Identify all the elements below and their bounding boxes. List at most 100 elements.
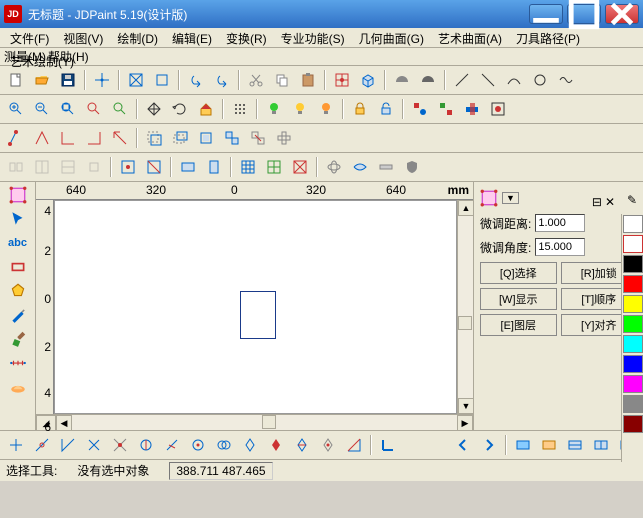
lock-icon[interactable] xyxy=(348,97,372,121)
shape3-icon[interactable] xyxy=(460,97,484,121)
color-swatch[interactable] xyxy=(623,255,643,273)
g5-icon[interactable] xyxy=(116,155,140,179)
nav-left-icon[interactable] xyxy=(451,433,475,457)
zoom-in-icon[interactable] xyxy=(4,97,28,121)
box-icon[interactable] xyxy=(150,68,174,92)
snap10-icon[interactable] xyxy=(238,433,262,457)
undo-icon[interactable] xyxy=(184,68,208,92)
layer3-icon[interactable] xyxy=(194,126,218,150)
snap9-icon[interactable] xyxy=(212,433,236,457)
menu-toolpath[interactable]: 刀具路径(P) xyxy=(510,28,586,49)
grid-b-icon[interactable] xyxy=(262,155,286,179)
angle2-icon[interactable] xyxy=(56,126,80,150)
canvas[interactable] xyxy=(54,200,457,414)
angle-input[interactable] xyxy=(535,238,585,256)
bulb-green-icon[interactable] xyxy=(262,97,286,121)
surf1-icon[interactable] xyxy=(322,155,346,179)
scroll-thumb-v[interactable] xyxy=(458,316,472,330)
menu-geosurf[interactable]: 几何曲面(G) xyxy=(353,28,430,49)
bulb-orange-icon[interactable] xyxy=(314,97,338,121)
pen-tool-icon[interactable] xyxy=(3,304,33,326)
view3-icon[interactable] xyxy=(563,433,587,457)
cut-icon[interactable] xyxy=(244,68,268,92)
rect-tool-icon[interactable] xyxy=(3,256,33,278)
grid-a-icon[interactable] xyxy=(236,155,260,179)
snap11-icon[interactable] xyxy=(264,433,288,457)
node-sel-icon[interactable] xyxy=(4,126,28,150)
btn-select[interactable]: [Q]选择 xyxy=(480,262,557,284)
shape1-icon[interactable] xyxy=(408,97,432,121)
angle4-icon[interactable] xyxy=(108,126,132,150)
menu-edit[interactable]: 编辑(E) xyxy=(166,28,218,49)
grid-dots-icon[interactable] xyxy=(228,97,252,121)
color-swatch[interactable] xyxy=(623,335,643,353)
surf3-icon[interactable] xyxy=(374,155,398,179)
zoom-fit-icon[interactable] xyxy=(82,97,106,121)
ortho-icon[interactable] xyxy=(376,433,400,457)
snap7-icon[interactable] xyxy=(160,433,184,457)
shield-icon[interactable] xyxy=(400,155,424,179)
btn-layer[interactable]: [E]图层 xyxy=(480,314,557,336)
scrollbar-horizontal[interactable]: ◢ ◀ ▶ xyxy=(36,414,473,430)
snap3-icon[interactable] xyxy=(56,433,80,457)
color-swatch[interactable] xyxy=(623,395,643,413)
menu-view[interactable]: 视图(V) xyxy=(57,28,109,49)
btn-display[interactable]: [W]显示 xyxy=(480,288,557,310)
shape4-icon[interactable] xyxy=(486,97,510,121)
color-swatch[interactable] xyxy=(623,215,643,233)
xbox-icon[interactable] xyxy=(124,68,148,92)
g7-icon[interactable] xyxy=(176,155,200,179)
angle3-icon[interactable] xyxy=(82,126,106,150)
grid-c-icon[interactable] xyxy=(288,155,312,179)
menu-artsurf[interactable]: 艺术曲面(A) xyxy=(432,28,508,49)
new-icon[interactable] xyxy=(4,68,28,92)
color-swatch[interactable] xyxy=(623,275,643,293)
nav-right-icon[interactable] xyxy=(477,433,501,457)
color-swatch[interactable] xyxy=(623,375,643,393)
menu-draw[interactable]: 绘制(D) xyxy=(111,28,164,49)
crosshair-icon[interactable] xyxy=(90,68,114,92)
poly-tool-icon[interactable] xyxy=(3,280,33,302)
zoom-out-icon[interactable] xyxy=(30,97,54,121)
menu-help[interactable]: 帮助(H) xyxy=(48,48,89,65)
layer5-icon[interactable] xyxy=(246,126,270,150)
pan-icon[interactable] xyxy=(142,97,166,121)
scroll-left-icon[interactable]: ◀ xyxy=(56,415,72,431)
backslash-icon[interactable] xyxy=(476,68,500,92)
g3-icon[interactable] xyxy=(56,155,80,179)
circle-icon[interactable] xyxy=(528,68,552,92)
surf2-icon[interactable] xyxy=(348,155,372,179)
snap2-icon[interactable] xyxy=(30,433,54,457)
zoom-window-icon[interactable] xyxy=(56,97,80,121)
snap13-icon[interactable] xyxy=(316,433,340,457)
g8-icon[interactable] xyxy=(202,155,226,179)
angle1-icon[interactable] xyxy=(30,126,54,150)
zoom-all-icon[interactable] xyxy=(108,97,132,121)
view4-icon[interactable] xyxy=(589,433,613,457)
scroll-thumb-h[interactable] xyxy=(262,415,276,429)
g6-icon[interactable] xyxy=(142,155,166,179)
scroll-right-icon[interactable]: ▶ xyxy=(457,415,473,431)
panel-dropdown-icon[interactable]: ▼ xyxy=(502,192,519,204)
view2-icon[interactable] xyxy=(537,433,561,457)
color-swatch[interactable] xyxy=(623,355,643,373)
snap12-icon[interactable] xyxy=(290,433,314,457)
g1-icon[interactable] xyxy=(4,155,28,179)
save-icon[interactable] xyxy=(56,68,80,92)
cube-icon[interactable] xyxy=(356,68,380,92)
menu-file[interactable]: 文件(F) xyxy=(4,28,55,49)
move-grid-icon[interactable] xyxy=(330,68,354,92)
close-panel-icon[interactable]: ✕ xyxy=(605,195,615,209)
maximize-button[interactable] xyxy=(567,4,601,24)
minimize-button[interactable] xyxy=(529,4,563,24)
unlock-icon[interactable] xyxy=(374,97,398,121)
g2-icon[interactable] xyxy=(30,155,54,179)
snap1-icon[interactable] xyxy=(4,433,28,457)
menu-pro[interactable]: 专业功能(S) xyxy=(275,28,351,49)
copy-icon[interactable] xyxy=(270,68,294,92)
brush-tool-icon[interactable] xyxy=(3,328,33,350)
home-icon[interactable] xyxy=(194,97,218,121)
text-tool-icon[interactable]: abc xyxy=(3,232,33,254)
layer1-icon[interactable] xyxy=(142,126,166,150)
snap14-icon[interactable] xyxy=(342,433,366,457)
